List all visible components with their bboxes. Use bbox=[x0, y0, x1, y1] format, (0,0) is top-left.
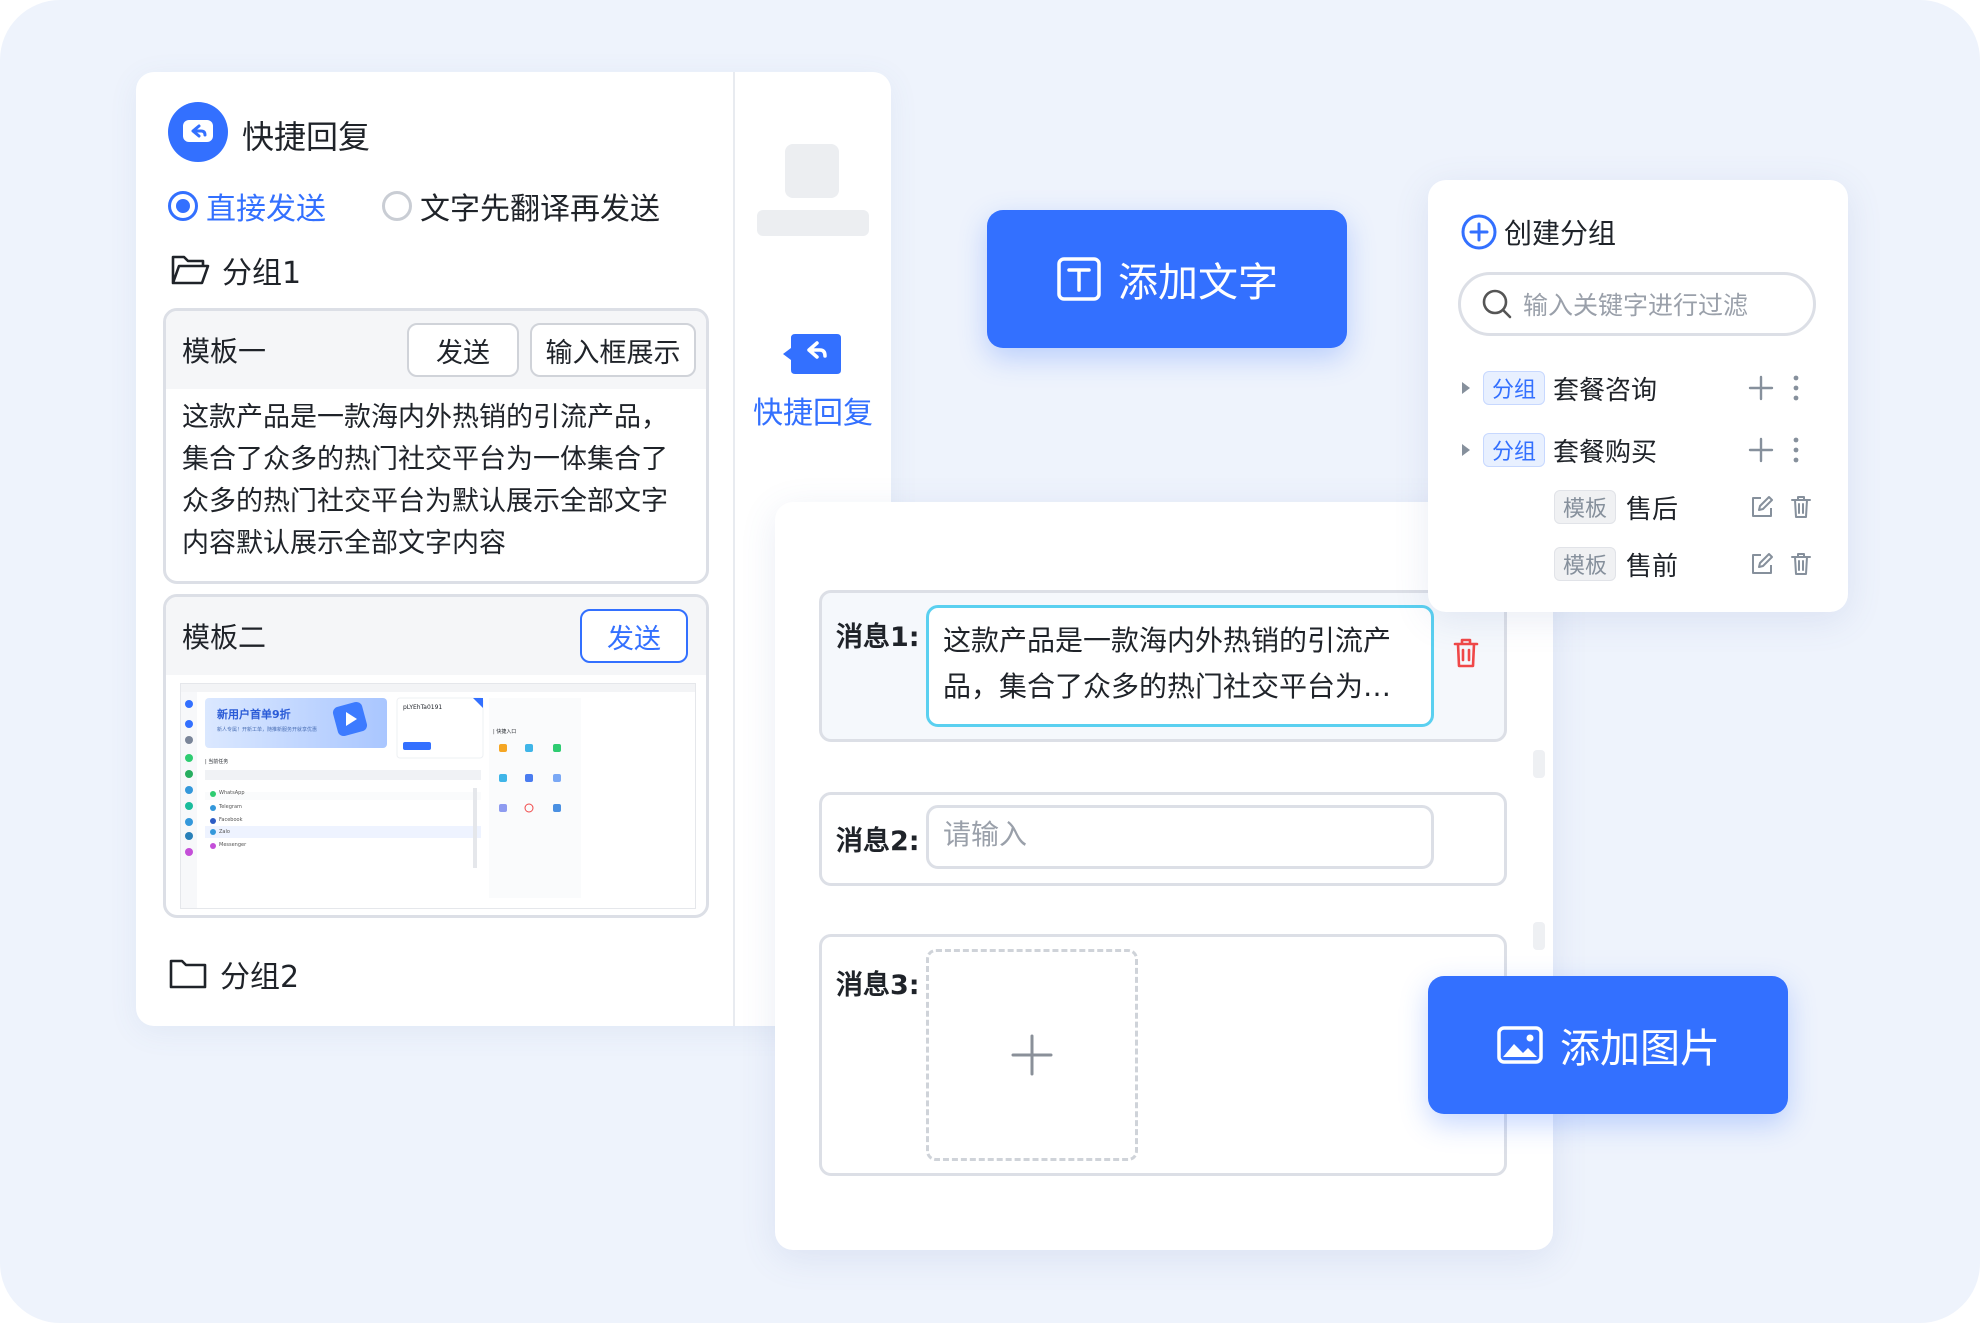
template-2-send-button[interactable]: 发送 bbox=[580, 609, 688, 663]
template-1-send-button[interactable]: 发送 bbox=[407, 323, 519, 377]
quick-reply-side-icon[interactable] bbox=[781, 328, 845, 382]
trash-icon[interactable] bbox=[1790, 552, 1812, 576]
text-icon bbox=[1057, 257, 1101, 301]
create-group-button[interactable]: 创建分组 bbox=[1460, 212, 1616, 252]
group-tag: 分组 bbox=[1483, 371, 1546, 405]
search-icon bbox=[1482, 289, 1512, 319]
group-manager-panel: 创建分组 输入关键字进行过滤 分组 套餐咨询 分组 套餐购买 模板 售后 模板 … bbox=[1428, 180, 1848, 612]
template-item-name: 售后 bbox=[1626, 494, 1679, 525]
plus-circle-icon bbox=[1461, 214, 1497, 250]
group-search-placeholder: 输入关键字进行过滤 bbox=[1523, 291, 1749, 320]
group-search-input[interactable]: 输入关键字进行过滤 bbox=[1458, 272, 1816, 336]
placeholder-block bbox=[785, 144, 839, 198]
group-1-label: 分组1 bbox=[222, 256, 302, 291]
mini-row: Messenger bbox=[219, 842, 247, 848]
template-tag: 模板 bbox=[1554, 490, 1617, 524]
template-1-input-show-button[interactable]: 输入框展示 bbox=[530, 323, 696, 377]
group-item[interactable]: 分组 套餐购买 bbox=[1428, 428, 1848, 472]
placeholder-stub bbox=[1533, 922, 1545, 950]
message-1-box: 消息1: 这款产品是一款海内外热销的引流产品，集合了众多的热门社交平台为… bbox=[819, 590, 1507, 742]
group-item-name: 套餐购买 bbox=[1553, 437, 1658, 468]
group-item[interactable]: 分组 套餐咨询 bbox=[1428, 366, 1848, 410]
template-1-text: 这款产品是一款海内外热销的引流产品，集合了众多的热门社交平台为一体集合了众多的热… bbox=[182, 402, 668, 559]
add-text-label: 添加文字 bbox=[1118, 260, 1278, 306]
plus-icon bbox=[1011, 1034, 1053, 1076]
template-name: 模板一 bbox=[182, 335, 267, 368]
add-text-button[interactable]: 添加文字 bbox=[987, 210, 1347, 348]
group-2-row[interactable]: 分组2 bbox=[168, 952, 299, 996]
placeholder-stub bbox=[1533, 750, 1545, 778]
group-tag: 分组 bbox=[1483, 433, 1546, 467]
template-tag: 模板 bbox=[1554, 547, 1617, 581]
mini-row: Zalo bbox=[219, 829, 230, 835]
radio-direct-label: 直接发送 bbox=[206, 192, 326, 227]
template-header: 模板二 发送 bbox=[166, 597, 706, 675]
image-upload-area[interactable] bbox=[926, 949, 1138, 1161]
caret-right-icon bbox=[1462, 444, 1470, 456]
edit-icon[interactable] bbox=[1750, 552, 1774, 576]
template-header: 模板一 发送 输入框展示 bbox=[166, 311, 706, 389]
template-card-2: 模板二 发送 新用户首单9折 新人专属！开新工单，随推新服务开就享优惠 pLYE… bbox=[163, 594, 709, 918]
mini-banner-sub: 新人专属！开新工单，随推新服务开就享优惠 bbox=[217, 727, 318, 733]
add-image-label: 添加图片 bbox=[1560, 1026, 1720, 1072]
caret-right-icon bbox=[1462, 382, 1470, 394]
radio-translate-label: 文字先翻译再发送 bbox=[420, 192, 660, 227]
more-vertical-icon[interactable] bbox=[1792, 437, 1800, 463]
radio-direct-send[interactable]: 直接发送 bbox=[168, 184, 326, 228]
edit-icon[interactable] bbox=[1750, 495, 1774, 519]
radio-unchecked-icon bbox=[382, 191, 412, 221]
placeholder-bar bbox=[757, 210, 869, 236]
folder-open-icon bbox=[171, 255, 210, 285]
template-item[interactable]: 模板 售前 bbox=[1428, 542, 1848, 586]
group-2-label: 分组2 bbox=[220, 960, 300, 995]
message-3-label: 消息3: bbox=[836, 970, 920, 1001]
message-panel: 消息1: 这款产品是一款海内外热销的引流产品，集合了众多的热门社交平台为… 消息… bbox=[775, 502, 1553, 1250]
template-name: 模板二 bbox=[182, 621, 267, 654]
mini-row: WhatsApp bbox=[219, 790, 245, 796]
template-item-name: 售前 bbox=[1626, 551, 1679, 582]
quick-reply-logo-icon bbox=[168, 102, 228, 162]
message-3-box: 消息3: bbox=[819, 934, 1507, 1176]
message-2-label: 消息2: bbox=[836, 826, 920, 857]
message-2-box: 消息2: 请输入 bbox=[819, 792, 1507, 886]
mini-quick-title: | 快捷入口 bbox=[493, 729, 517, 735]
template-item[interactable]: 模板 售后 bbox=[1428, 485, 1848, 529]
template-card-1: 模板一 发送 输入框展示 这款产品是一款海内外热销的引流产品，集合了众多的热门社… bbox=[163, 308, 709, 584]
create-group-label: 创建分组 bbox=[1504, 217, 1617, 250]
quick-reply-title: 快捷回复 bbox=[242, 118, 371, 156]
plus-icon[interactable] bbox=[1748, 375, 1774, 401]
message-1-input[interactable]: 这款产品是一款海内外热销的引流产品，集合了众多的热门社交平台为… bbox=[926, 605, 1434, 727]
trash-icon[interactable] bbox=[1452, 637, 1480, 673]
quick-reply-list: 快捷回复 直接发送 文字先翻译再发送 分组1 模板一 发送 输入框展示 这款产品… bbox=[136, 72, 733, 1026]
mini-banner-text: 新用户首单9折 bbox=[217, 708, 291, 721]
add-image-button[interactable]: 添加图片 bbox=[1428, 976, 1788, 1114]
message-1-label: 消息1: bbox=[836, 622, 920, 653]
folder-icon bbox=[169, 959, 207, 989]
message-2-placeholder: 请输入 bbox=[943, 818, 1028, 851]
mini-row: Facebook bbox=[219, 817, 243, 823]
trash-icon[interactable] bbox=[1790, 495, 1812, 519]
quick-reply-side-label[interactable]: 快捷回复 bbox=[735, 388, 891, 432]
mini-row: Telegram bbox=[219, 804, 242, 810]
group-1-row[interactable]: 分组1 bbox=[170, 248, 301, 292]
mini-section-title: | 当前任务 bbox=[205, 759, 229, 765]
group-item-name: 套餐咨询 bbox=[1553, 375, 1658, 406]
template-2-image: 新用户首单9折 新人专属！开新工单，随推新服务开就享优惠 pLYEhTa0191… bbox=[180, 683, 696, 909]
mini-profile-name: pLYEhTa0191 bbox=[403, 704, 443, 711]
radio-checked-icon bbox=[168, 191, 198, 221]
image-icon bbox=[1497, 1026, 1543, 1064]
more-vertical-icon[interactable] bbox=[1792, 375, 1800, 401]
radio-translate-send[interactable]: 文字先翻译再发送 bbox=[382, 184, 660, 228]
message-2-input[interactable]: 请输入 bbox=[926, 805, 1434, 869]
plus-icon[interactable] bbox=[1748, 437, 1774, 463]
